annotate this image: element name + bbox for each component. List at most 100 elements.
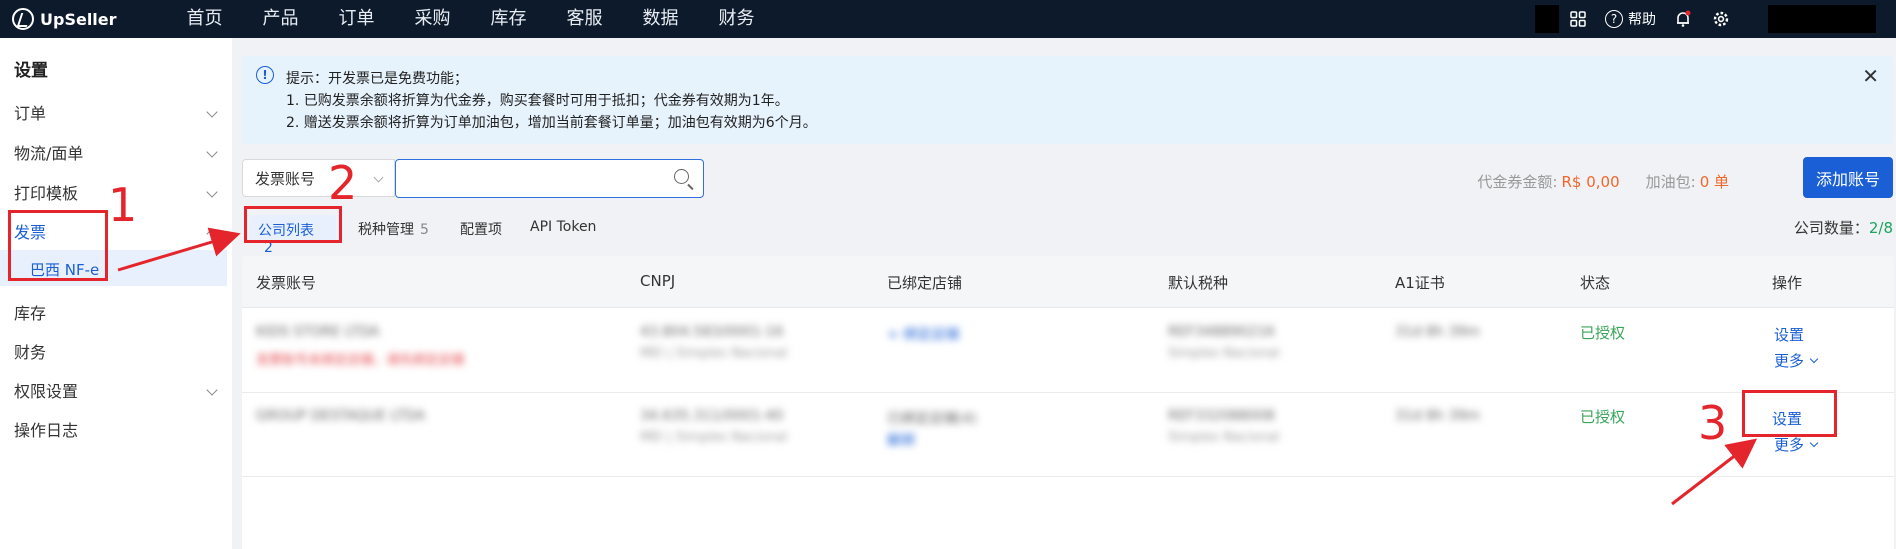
more-label: 更多: [1774, 352, 1805, 370]
sidebar-item-permissions[interactable]: 权限设置: [14, 378, 224, 402]
tab-label: 配置项: [460, 222, 502, 238]
nav-customer-service[interactable]: 客服: [547, 0, 623, 38]
settings-link[interactable]: 设置: [1774, 324, 1804, 345]
nav-finance[interactable]: 财务: [699, 0, 775, 38]
tab-label: 税种管理: [358, 222, 414, 238]
chevron-down-icon: [206, 186, 218, 198]
more-dropdown[interactable]: 更多: [1774, 350, 1819, 371]
sidebar-item-label: 权限设置: [14, 382, 79, 401]
search-box: [395, 159, 704, 198]
select-value: 发票账号: [255, 169, 316, 188]
toolbar: 发票账号 代金券金额: R$ 0,00 加油包: 0 单 添加账号: [242, 157, 1893, 198]
annotation-box-2: [244, 206, 342, 243]
bind-store-link[interactable]: + 绑定店铺: [887, 324, 959, 344]
sidebar-title: 设置: [14, 61, 48, 81]
help-button[interactable]: ? 帮助: [1605, 9, 1656, 29]
annotation-box-3: [1742, 390, 1837, 437]
voucher-value: R$ 0,00: [1561, 173, 1620, 191]
alert-line-2: 1. 已购发票余额将折算为代金券，购买套餐时可用于抵扣；代金券有效期为1年。: [286, 93, 789, 109]
help-icon: ?: [1605, 10, 1623, 28]
sidebar-item-operation-log[interactable]: 操作日志: [14, 417, 224, 441]
tab-count: 5: [420, 222, 429, 238]
tab-config[interactable]: 配置项: [460, 219, 502, 239]
account-name: KIDS STORE LTDA: [256, 324, 380, 340]
voucher-stat: 代金券金额: R$ 0,00: [1477, 171, 1619, 192]
tab-label: API Token: [530, 219, 597, 235]
help-label: 帮助: [1628, 12, 1656, 28]
search-icon[interactable]: [674, 169, 689, 184]
sidebar-item-inventory[interactable]: 库存: [14, 300, 224, 324]
tab-api-token[interactable]: API Token: [530, 219, 596, 235]
bound-stores[interactable]: 已绑定店铺(4): [887, 408, 977, 428]
alert-line-3: 2. 赠送发票余额将折算为订单加油包，增加当前套餐订单量；加油包有效期为6个月。: [286, 115, 817, 131]
top-nav-bar: UpSeller 首页 产品 订单 采购 库存 客服 数据 财务 ? 帮助: [0, 0, 1896, 38]
close-icon[interactable]: ✕: [1862, 64, 1879, 88]
table-row: GROUP DESTAQUE LTDA 34.635.311/0001-40 M…: [242, 393, 1894, 477]
search-input[interactable]: [406, 160, 666, 194]
status-badge: 已授权: [1580, 408, 1626, 426]
tax-regime: Simples Nacional: [1168, 346, 1280, 361]
nav-data[interactable]: 数据: [623, 0, 699, 38]
nav-products[interactable]: 产品: [243, 0, 319, 38]
tax-code: REF348890216: [1168, 324, 1275, 340]
annotation-box-1: [8, 210, 108, 281]
redacted-account: [1768, 5, 1876, 33]
info-alert: ! 提示：开发票已是免费功能； 1. 已购发票余额将折算为代金券，购买套餐时可用…: [242, 56, 1893, 144]
company-table: 发票账号 CNPJ 已绑定店铺 默认税种 A1证书 状态 操作 KIDS STO…: [242, 256, 1894, 549]
chevron-down-icon: [206, 146, 218, 158]
search-field-select[interactable]: 发票账号: [242, 159, 395, 197]
sidebar-item-label: 库存: [14, 304, 47, 323]
unbind-link[interactable]: 解绑: [887, 430, 915, 450]
more-dropdown[interactable]: 更多: [1774, 434, 1819, 455]
nav-purchasing[interactable]: 采购: [395, 0, 471, 38]
cnpj-sub: MEI | Simples Nacional: [640, 430, 788, 445]
cert-expiry: 31d 8h 39m: [1395, 408, 1480, 424]
upseller-logo-icon: [12, 8, 34, 30]
chevron-down-icon: [206, 384, 218, 396]
gear-icon[interactable]: [1711, 9, 1731, 29]
col-header-cnpj: CNPJ: [640, 272, 676, 290]
redacted-block: [1535, 5, 1559, 33]
sidebar-item-label: 订单: [14, 104, 47, 123]
bell-icon[interactable]: [1673, 9, 1693, 29]
cnpj-sub: MEI | Simples Nacional: [640, 346, 788, 361]
annotation-number-1: 1: [108, 178, 138, 232]
more-label: 更多: [1774, 436, 1805, 454]
sidebar-item-finance[interactable]: 财务: [14, 339, 224, 363]
nav-inventory[interactable]: 库存: [471, 0, 547, 38]
table-row: KIDS STORE LTDA 发票账号未绑定店铺，请先绑定店铺 43.804.…: [242, 309, 1894, 393]
col-header-store: 已绑定店铺: [887, 274, 963, 292]
col-header-cert: A1证书: [1395, 274, 1445, 292]
apps-grid-icon[interactable]: [1568, 9, 1588, 29]
sidebar-item-label: 操作日志: [14, 421, 79, 440]
boost-label: 加油包:: [1645, 173, 1696, 191]
cnpj-value: 43.804.583/0001-16: [640, 324, 784, 340]
status-badge: 已授权: [1580, 324, 1626, 342]
sidebar-item-orders[interactable]: 订单: [14, 100, 224, 124]
boost-value: 0 单: [1699, 173, 1729, 191]
boost-stat: 加油包: 0 单: [1646, 171, 1729, 192]
col-header-actions: 操作: [1772, 274, 1803, 292]
top-right-tools: ? 帮助: [1535, 0, 1896, 38]
nav-orders[interactable]: 订单: [319, 0, 395, 38]
chevron-down-icon: [373, 172, 384, 183]
annotation-number-3: 3: [1698, 396, 1728, 450]
chevron-down-icon: [1809, 354, 1819, 363]
cert-expiry: 31d 8h 39m: [1395, 324, 1480, 340]
settings-sidebar: 设置 订单 物流/面单 打印模板 发票 巴西 NF-e 库存 财务 权限设置 操…: [0, 38, 232, 549]
app-logo[interactable]: UpSeller: [12, 8, 117, 30]
nav-home[interactable]: 首页: [167, 0, 243, 38]
app-name: UpSeller: [40, 9, 117, 29]
company-count-value: 2/8: [1868, 219, 1893, 237]
tabs: 公司列表2 税种管理 5 配置项 API Token 公司数量：2/8: [242, 211, 1893, 256]
tab-tax-management[interactable]: 税种管理 5: [358, 219, 429, 239]
annotation-number-2: 2: [328, 156, 358, 210]
sidebar-item-logistics[interactable]: 物流/面单: [14, 140, 224, 164]
main-nav: 首页 产品 订单 采购 库存 客服 数据 财务: [167, 0, 775, 38]
sidebar-item-label: 打印模板: [14, 184, 79, 203]
col-header-tax: 默认税种: [1168, 274, 1229, 292]
company-count: 公司数量：2/8: [1794, 217, 1893, 238]
add-account-button[interactable]: 添加账号: [1803, 157, 1893, 198]
balance-stats: 代金券金额: R$ 0,00 加油包: 0 单: [1477, 171, 1729, 192]
tax-regime: Simples Nacional: [1168, 430, 1280, 445]
